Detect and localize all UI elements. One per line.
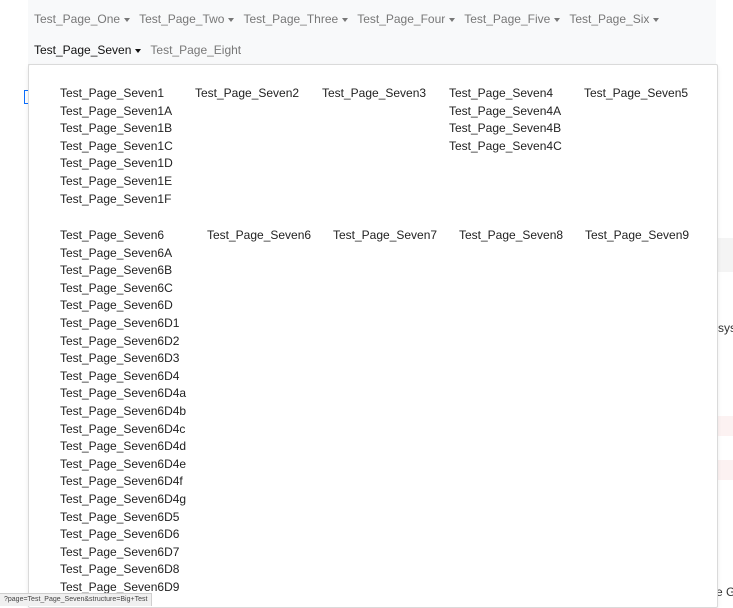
menu-link[interactable]: Test_Page_Seven9 [585, 227, 689, 245]
menu-link[interactable]: Test_Page_Seven1E [60, 173, 173, 191]
menu-link[interactable]: Test_Page_Seven3 [322, 85, 426, 103]
menu-link[interactable]: Test_Page_Seven1F [60, 191, 173, 209]
nav-item-test-page-eight[interactable]: Test_Page_Eight [150, 43, 241, 57]
background-row-3 [716, 460, 733, 480]
menu-column-6: Test_Page_Seven6 Test_Page_Seven6A Test_… [60, 227, 186, 596]
nav-item-label: Test_Page_One [34, 12, 121, 26]
caret-down-icon [653, 17, 660, 22]
top-navbar: Test_Page_One Test_Page_Two Test_Page_Th… [28, 0, 716, 65]
menu-column-7: Test_Page_Seven6 [207, 227, 311, 245]
menu-link[interactable]: Test_Page_Seven1B [60, 120, 173, 138]
background-row-1 [716, 238, 733, 272]
nav-item-test-page-five[interactable]: Test_Page_Five [464, 12, 561, 26]
nav-item-test-page-two[interactable]: Test_Page_Two [139, 12, 235, 26]
menu-column-2: Test_Page_Seven2 [195, 85, 299, 103]
test-page-seven-dropdown-menu: Test_Page_Seven1 Test_Page_Seven1A Test_… [28, 64, 718, 608]
menu-link[interactable]: Test_Page_Seven6D4a [60, 385, 186, 403]
menu-link[interactable]: Test_Page_Seven6D4 [60, 368, 186, 386]
nav-item-test-page-three[interactable]: Test_Page_Three [243, 12, 349, 26]
nav-item-label: Test_Page_Six [569, 12, 650, 26]
background-text: syst [718, 321, 733, 335]
menu-column-3: Test_Page_Seven3 [322, 85, 426, 103]
nav-item-label: Test_Page_Three [243, 12, 339, 26]
menu-link[interactable]: Test_Page_Seven4B [449, 120, 562, 138]
menu-link[interactable]: Test_Page_Seven4 [449, 85, 562, 103]
menu-link[interactable]: Test_Page_Seven6 [207, 227, 311, 245]
menu-link[interactable]: Test_Page_Seven6D8 [60, 561, 186, 579]
menu-link[interactable]: Test_Page_Seven2 [195, 85, 299, 103]
nav-item-test-page-six[interactable]: Test_Page_Six [569, 12, 660, 26]
caret-down-icon [135, 48, 142, 53]
menu-link[interactable]: Test_Page_Seven6C [60, 280, 186, 298]
menu-link[interactable]: Test_Page_Seven1D [60, 155, 173, 173]
caret-down-icon [554, 17, 561, 22]
nav-item-label: Test_Page_Five [464, 12, 551, 26]
menu-link[interactable]: Test_Page_Seven7 [333, 227, 437, 245]
menu-link[interactable]: Test_Page_Seven6D4g [60, 491, 186, 509]
nav-item-label: Test_Page_Eight [150, 43, 242, 57]
menu-column-4: Test_Page_Seven4 Test_Page_Seven4A Test_… [449, 85, 562, 155]
background-row-2 [716, 416, 733, 436]
nav-item-label: Test_Page_Two [139, 12, 225, 26]
menu-column-8: Test_Page_Seven7 [333, 227, 437, 245]
caret-down-icon [228, 17, 235, 22]
nav-row-1: Test_Page_One Test_Page_Two Test_Page_Th… [34, 12, 668, 26]
menu-link[interactable]: Test_Page_Seven6D4f [60, 473, 186, 491]
menu-column-10: Test_Page_Seven9 [585, 227, 689, 245]
menu-link[interactable]: Test_Page_Seven6D4d [60, 438, 186, 456]
menu-link[interactable]: Test_Page_Seven4A [449, 103, 562, 121]
caret-down-icon [124, 17, 131, 22]
background-text-bottom: e Ga [716, 585, 733, 599]
menu-link[interactable]: Test_Page_Seven6D2 [60, 333, 186, 351]
caret-down-icon [342, 17, 349, 22]
nav-item-label: Test_Page_Seven [34, 43, 132, 57]
menu-link[interactable]: Test_Page_Seven6D4e [60, 456, 186, 474]
caret-down-icon [449, 17, 456, 22]
nav-item-test-page-seven[interactable]: Test_Page_Seven [34, 43, 142, 57]
menu-link[interactable]: Test_Page_Seven6D4c [60, 421, 186, 439]
menu-link[interactable]: Test_Page_Seven4C [449, 138, 562, 156]
menu-link[interactable]: Test_Page_Seven6D4b [60, 403, 186, 421]
menu-link[interactable]: Test_Page_Seven1 [60, 85, 173, 103]
menu-link[interactable]: Test_Page_Seven8 [459, 227, 563, 245]
menu-link[interactable]: Test_Page_Seven6D7 [60, 544, 186, 562]
menu-link[interactable]: Test_Page_Seven5 [584, 85, 688, 103]
menu-column-9: Test_Page_Seven8 [459, 227, 563, 245]
menu-link[interactable]: Test_Page_Seven1A [60, 103, 173, 121]
menu-link[interactable]: Test_Page_Seven6D5 [60, 509, 186, 527]
menu-link[interactable]: Test_Page_Seven6 [60, 227, 186, 245]
nav-item-label: Test_Page_Four [357, 12, 446, 26]
menu-link[interactable]: Test_Page_Seven6D3 [60, 350, 186, 368]
menu-column-5: Test_Page_Seven5 [584, 85, 688, 103]
menu-link[interactable]: Test_Page_Seven1C [60, 138, 173, 156]
menu-link[interactable]: Test_Page_Seven6D6 [60, 526, 186, 544]
nav-item-test-page-four[interactable]: Test_Page_Four [357, 12, 456, 26]
status-bar-url: ?page=Test_Page_Seven&structure=Big+Test [0, 593, 153, 606]
menu-link[interactable]: Test_Page_Seven6D [60, 297, 186, 315]
nav-item-test-page-one[interactable]: Test_Page_One [34, 12, 131, 26]
nav-row-2: Test_Page_Seven Test_Page_Eight [34, 43, 250, 57]
menu-column-1: Test_Page_Seven1 Test_Page_Seven1A Test_… [60, 85, 173, 208]
menu-link[interactable]: Test_Page_Seven6D1 [60, 315, 186, 333]
menu-link[interactable]: Test_Page_Seven6B [60, 262, 186, 280]
menu-link[interactable]: Test_Page_Seven6A [60, 245, 186, 263]
